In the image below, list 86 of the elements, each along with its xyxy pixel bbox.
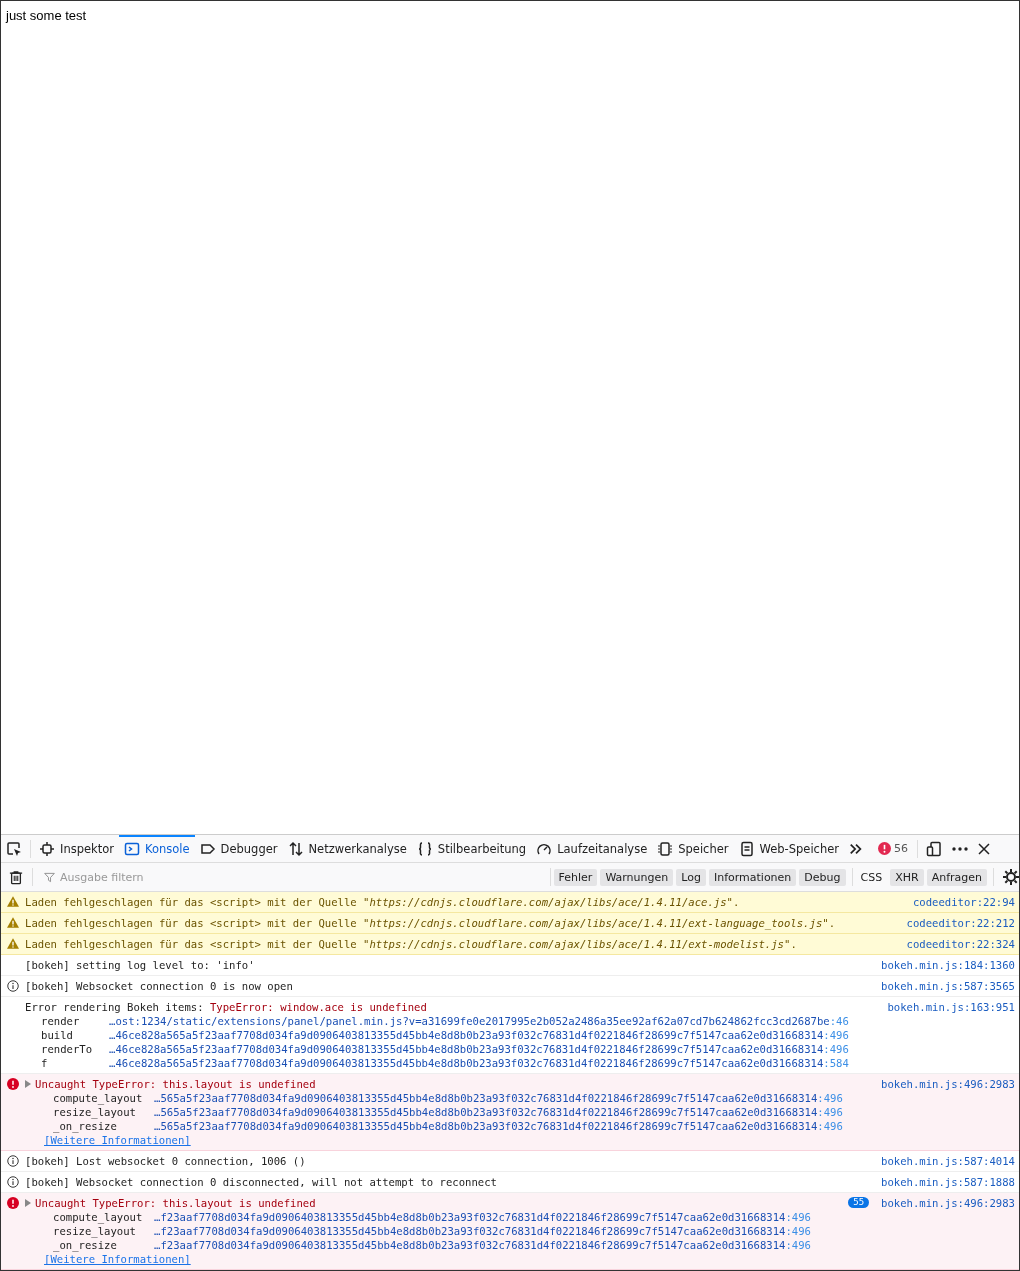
message-text: [bokeh] Lost websocket 0 connection, 1006 () [25, 1154, 306, 1168]
more-info-link[interactable]: [Weitere Informationen] [25, 1133, 191, 1147]
stack-function: renderTo [41, 1042, 94, 1056]
devtools-tab[interactable]: Laufzeitanalyse [531, 835, 653, 862]
stack-location-link[interactable]: …46ce828a565a5f23aaf7708d034fa9d0906403813355d45bb4e8d8b0b23a93f032c76831d4f0221846f28699c7f5147caa62e0d31668314:496 [109, 1042, 849, 1056]
stack-location-link[interactable]: …f23aaf7708d034fa9d0906403813355d45bb4e8d8b0b23a93f032c76831d4f0221846f28699c7f5147caa62e0d31668314:496 [154, 1238, 811, 1252]
devtools-tab[interactable]: Inspektor [34, 835, 119, 862]
stack-function: compute_layout [53, 1091, 144, 1105]
level-filter-button[interactable]: Informationen [708, 868, 797, 886]
warning-icon [7, 896, 19, 907]
more-info-link[interactable]: [Weitere Informationen] [25, 1252, 191, 1266]
stack-function: compute_layout [53, 1210, 144, 1224]
type-filter-button[interactable]: XHR [890, 868, 924, 886]
source-link[interactable]: bokeh.min.js:184:1360 [881, 958, 1015, 972]
devtools-tab[interactable]: Speicher [652, 835, 734, 862]
message-text: [bokeh] Websocket connection 0 disconnected, will not attempt to reconnect [25, 1175, 497, 1189]
up-down-arrows-icon [287, 840, 304, 857]
level-filter-button[interactable]: Debug [799, 868, 846, 886]
type-filter-button[interactable]: Anfragen [926, 868, 987, 886]
type-filter-button[interactable]: CSS [855, 868, 888, 886]
message-text: [bokeh] setting log level to: 'info' [25, 958, 255, 972]
message-text: Error rendering Bokeh items: TypeError: window.ace is undefined [25, 1000, 427, 1014]
stack-location-link[interactable]: …565a5f23aaf7708d034fa9d0906403813355d45bb4e8d8b0b23a93f032c76831d4f0221846f28699c7f5147caa62e0d31668314:496 [154, 1119, 843, 1133]
info-icon [7, 1155, 19, 1167]
error-icon [878, 842, 892, 855]
stack-function: _on_resize [53, 1119, 118, 1133]
stack-location-link[interactable]: …565a5f23aaf7708d034fa9d0906403813355d45bb4e8d8b0b23a93f032c76831d4f0221846f28699c7f5147caa62e0d31668314:496 [154, 1105, 843, 1119]
trash-icon[interactable] [9, 869, 23, 885]
message-text: Uncaught TypeError: this.layout is undefined [35, 1196, 316, 1210]
page-text: just some test [6, 8, 87, 23]
devtools-tab[interactable]: Stilbearbeitung [411, 835, 532, 862]
filter-field[interactable]: Ausgabe filtern [58, 869, 547, 885]
warning-icon [7, 938, 19, 949]
stack-function: resize_layout [53, 1224, 137, 1238]
repeat-count-badge: 55 [848, 1197, 870, 1208]
stack-location-link[interactable]: …f23aaf7708d034fa9d0906403813355d45bb4e8d8b0b23a93f032c76831d4f0221846f28699c7f5147caa62e0d31668314:496 [154, 1224, 811, 1238]
more-options-icon[interactable] [952, 846, 969, 851]
stack-function: f [41, 1056, 49, 1070]
source-link[interactable]: bokeh.min.js:587:1888 [881, 1175, 1015, 1189]
source-link[interactable]: codeeditor:22:94 [912, 895, 1015, 909]
close-icon[interactable] [978, 842, 991, 855]
expand-arrow-icon[interactable] [25, 1080, 31, 1088]
devtools-tab[interactable]: Debugger [194, 835, 283, 862]
message-text: Laden fehlgeschlagen für das <script> mit der Quelle "https://cdnjs.cloudflare.com/ajax/libs/ace/1.4.11/ext-language_tools.js". [25, 916, 836, 930]
message-text: Laden fehlgeschlagen für das <script> mit der Quelle "https://cdnjs.cloudflare.com/ajax/libs/ace/1.4.11/ace.js". [25, 895, 740, 909]
expand-arrow-icon[interactable] [25, 1199, 31, 1207]
devtools-tab[interactable]: Web-Speicher [733, 835, 845, 862]
devtools-tab[interactable]: Netzwerkanalyse [282, 835, 412, 862]
source-link[interactable]: bokeh.min.js:496:2983 [881, 1077, 1015, 1091]
stack-location-link[interactable]: …ost:1234/static/extensions/panel/panel.min.js?v=a31699fe0e2017995e2b052a2486a35ee92af62a07cd7b624862fcc3cd2687be:46 [109, 1014, 849, 1028]
source-link[interactable]: codeeditor:22:324 [906, 937, 1015, 951]
error-count[interactable]: 56 [894, 842, 909, 855]
chip-icon [657, 840, 674, 857]
responsive-design-icon[interactable] [926, 840, 943, 857]
stack-function: build [41, 1028, 74, 1042]
stack-location-link[interactable]: …46ce828a565a5f23aaf7708d034fa9d0906403813355d45bb4e8d8b0b23a93f032c76831d4f0221846f28699c7f5147caa62e0d31668314:584 [109, 1056, 849, 1070]
message-text: Uncaught TypeError: this.layout is undefined [35, 1077, 316, 1091]
error-icon [7, 1078, 19, 1090]
info-icon [7, 1176, 19, 1188]
stack-function: _on_resize [53, 1238, 118, 1252]
source-link[interactable]: codeeditor:22:212 [906, 916, 1015, 930]
chevron-right-icon[interactable] [849, 841, 864, 856]
crosshair-icon [39, 840, 55, 857]
braces-icon [416, 840, 433, 857]
source-link[interactable]: bokeh.min.js:496:2983 [881, 1196, 1015, 1210]
source-link[interactable]: bokeh.min.js:587:3565 [881, 979, 1015, 993]
funnel-icon [44, 871, 55, 883]
error-icon [7, 1197, 19, 1209]
warning-icon [7, 917, 19, 928]
console-icon [124, 840, 140, 857]
stack-location-link[interactable]: …565a5f23aaf7708d034fa9d0906403813355d45bb4e8d8b0b23a93f032c76831d4f0221846f28699c7f5147caa62e0d31668314:496 [154, 1091, 843, 1105]
source-link[interactable]: bokeh.min.js:163:951 [887, 1000, 1015, 1014]
message-text: [bokeh] Websocket connection 0 is now open [25, 979, 293, 993]
settings-icon[interactable] [1003, 869, 1019, 885]
level-filter-button[interactable]: Log [676, 868, 706, 886]
level-filter-button[interactable]: Warnungen [600, 868, 674, 886]
stack-function: render [41, 1014, 81, 1028]
info-icon [7, 980, 19, 992]
stack-location-link[interactable]: …f23aaf7708d034fa9d0906403813355d45bb4e8d8b0b23a93f032c76831d4f0221846f28699c7f5147caa62e0d31668314:496 [154, 1210, 811, 1224]
stack-function: resize_layout [53, 1105, 137, 1119]
document-icon [738, 840, 755, 857]
message-text: Laden fehlgeschlagen für das <script> mit der Quelle "https://cdnjs.cloudflare.com/ajax/libs/ace/1.4.11/ext-modelist.js". [25, 937, 797, 951]
level-filter-button[interactable]: Fehler [553, 868, 598, 886]
source-link[interactable]: bokeh.min.js:587:4014 [881, 1154, 1015, 1168]
element-picker-icon[interactable] [6, 840, 22, 857]
stack-location-link[interactable]: …46ce828a565a5f23aaf7708d034fa9d0906403813355d45bb4e8d8b0b23a93f032c76831d4f0221846f28699c7f5147caa62e0d31668314:496 [109, 1028, 849, 1042]
